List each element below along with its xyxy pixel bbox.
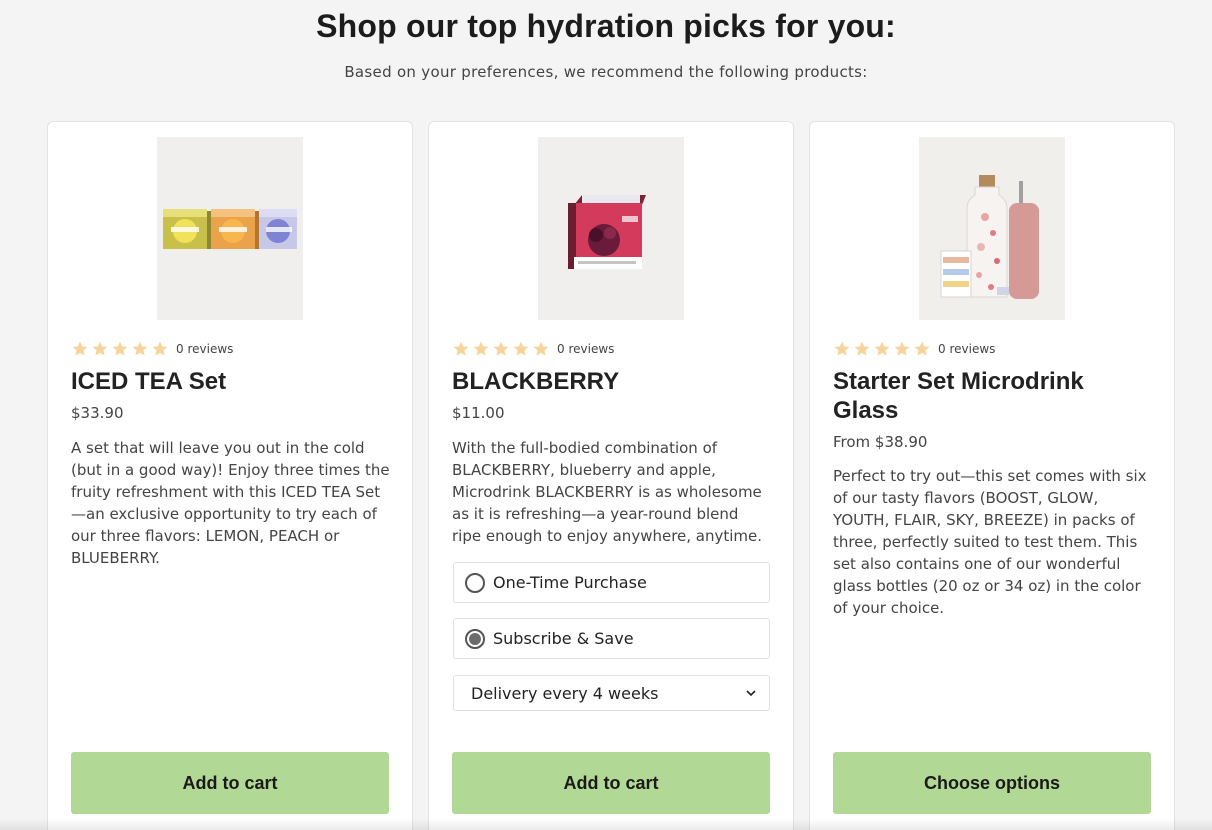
review-count[interactable]: 0 reviews [176,342,233,356]
product-card-starter-set: 0 reviews Starter Set Microdrink Glass F… [809,121,1175,830]
star-icon [132,341,148,356]
star-icon [473,341,489,356]
product-card-blackberry: 0 reviews BLACKBERRY $11.00 With the ful… [428,121,794,830]
rating: 0 reviews [71,340,233,358]
review-count[interactable]: 0 reviews [938,342,995,356]
product-price: $33.90 [71,404,124,422]
choose-options-button[interactable]: Choose options [833,752,1151,814]
product-description: With the full-bodied combination of BLAC… [452,439,763,545]
star-icon [513,341,529,356]
product-card-iced-tea-set: 0 reviews ICED TEA Set $33.90 A set that… [47,121,413,830]
star-icon [854,341,870,356]
radio-unselected[interactable] [465,572,485,593]
option-label: Subscribe & Save [493,629,634,648]
star-icon [834,341,850,356]
rating-stars [452,340,550,358]
one-time-purchase-option[interactable]: One-Time Purchase [453,562,770,603]
product-title[interactable]: Starter Set Microdrink Glass [833,367,1153,425]
star-icon [914,341,930,356]
star-icon [72,341,88,356]
option-label: One-Time Purchase [493,573,647,592]
star-icon [874,341,890,356]
rating: 0 reviews [833,340,995,358]
page-subtitle: Based on your preferences, we recommend … [344,63,868,81]
rating-stars [833,340,931,358]
delivery-frequency-select[interactable]: Delivery every 4 weeks [453,675,770,711]
radio-selected[interactable] [465,628,485,649]
review-count[interactable]: 0 reviews [557,342,614,356]
product-description: A set that will leave you out in the col… [71,439,390,567]
rating: 0 reviews [452,340,614,358]
product-title[interactable]: ICED TEA Set [71,367,391,396]
star-icon [894,341,910,356]
product-price: From $38.90 [833,433,928,451]
add-to-cart-button[interactable]: Add to cart [452,752,770,814]
product-title[interactable]: BLACKBERRY [452,367,772,396]
star-icon [112,341,128,356]
page-title: Shop our top hydration picks for you: [316,8,896,44]
star-icon [533,341,549,356]
product-image-blackberry[interactable] [538,137,684,320]
star-icon [92,341,108,356]
product-price: $11.00 [452,404,505,422]
product-description: Perfect to try out—this set comes with s… [833,467,1147,617]
select-value: Delivery every 4 weeks [471,683,659,703]
subscribe-save-option[interactable]: Subscribe & Save [453,618,770,659]
chevron-down-icon [746,690,756,697]
product-image-iced-tea-set[interactable] [157,137,303,320]
star-icon [453,341,469,356]
star-icon [152,341,168,356]
rating-stars [71,340,169,358]
add-to-cart-button[interactable]: Add to cart [71,752,389,814]
bottom-shadow [0,818,1212,830]
star-icon [493,341,509,356]
product-image-starter-set[interactable] [919,137,1065,320]
